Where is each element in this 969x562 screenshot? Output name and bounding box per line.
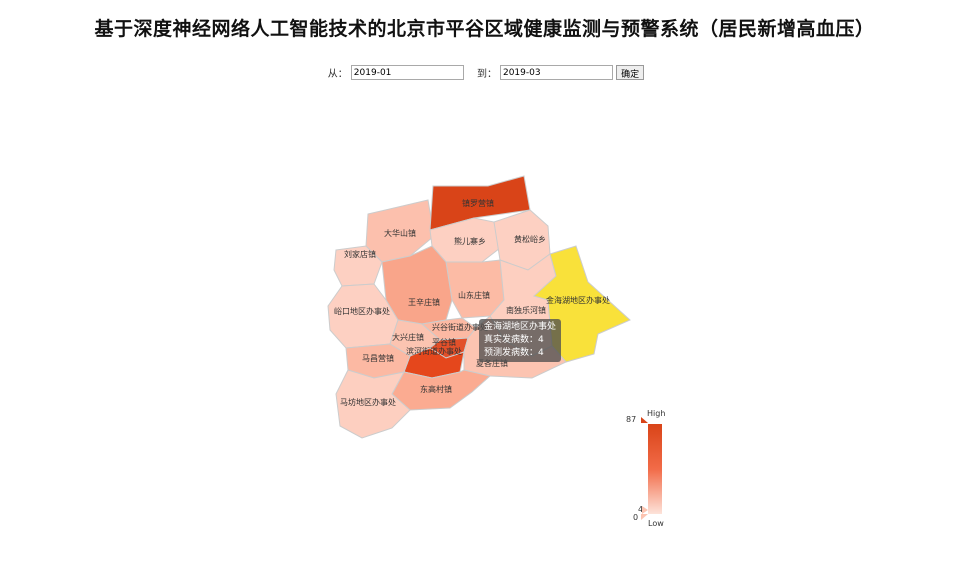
legend-high-label: High <box>647 409 665 418</box>
legend-min-value: 0 <box>633 513 638 522</box>
region-dongaocun[interactable] <box>391 369 492 411</box>
pinggu-map: 镇罗营镇 大华山镇 熊儿寨乡 黄松峪乡 刘家店镇 山东庄镇 王辛庄镇 南独乐河镇… <box>327 175 665 528</box>
indicator-arrow-icon <box>642 506 648 514</box>
region-mafang[interactable] <box>335 369 411 439</box>
tooltip-predicted: 预测发病数：4 <box>484 348 544 358</box>
tooltip-actual: 真实发病数：4 <box>484 335 544 345</box>
legend-low-label: Low <box>648 519 664 528</box>
legend-gradient-bar[interactable] <box>648 424 662 514</box>
visual-map-legend: High 87 4 0 Low <box>626 409 665 528</box>
region-tooltip: 金海湖地区办事处 真实发病数：4 预测发病数：4 <box>479 319 562 362</box>
tooltip-title: 金海湖地区办事处 <box>484 322 557 332</box>
min-handle-icon[interactable] <box>641 514 648 520</box>
legend-max-value: 87 <box>626 415 636 424</box>
